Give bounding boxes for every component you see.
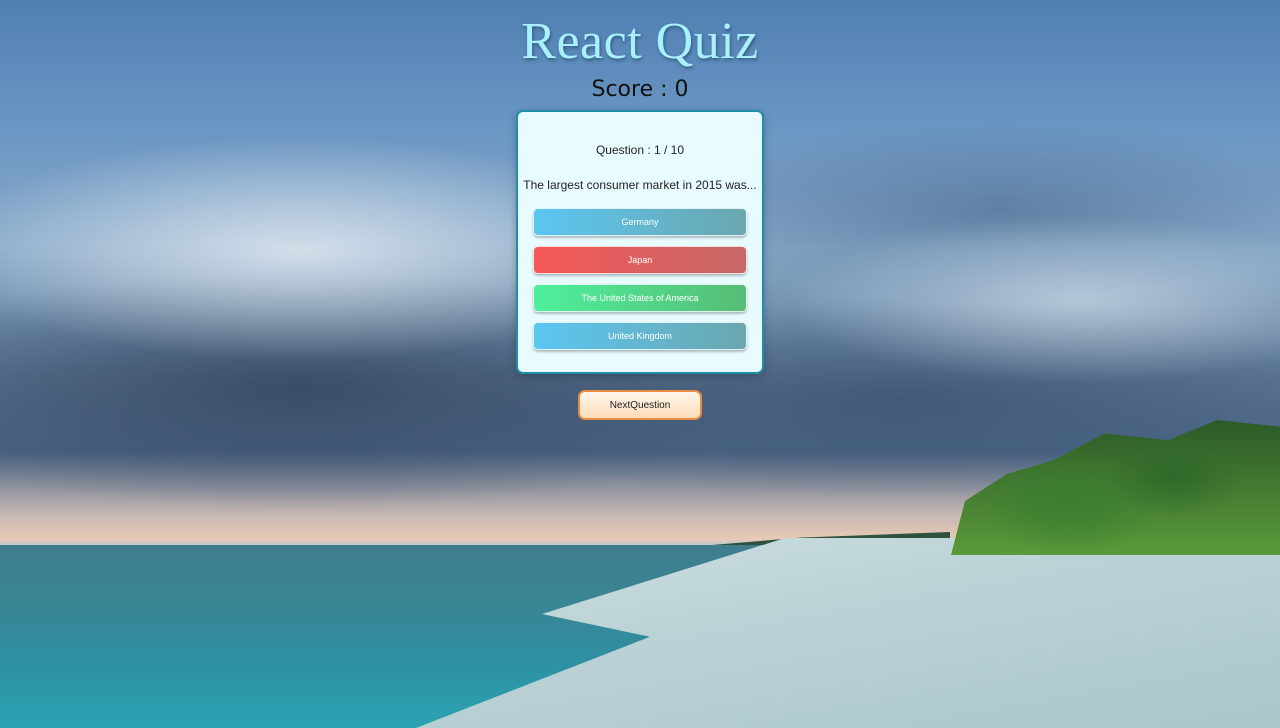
app-title: React Quiz bbox=[521, 13, 759, 70]
next-question-button[interactable]: NextQuestion bbox=[578, 390, 702, 420]
answer-button-usa[interactable]: The United States of America bbox=[533, 284, 747, 312]
question-text: The largest consumer market in 2015 was.… bbox=[523, 178, 757, 192]
quiz-app: React Quiz Score : 0 Question : 1 / 10 T… bbox=[0, 0, 1280, 420]
palm-trees bbox=[951, 420, 1280, 555]
answer-list: Germany Japan The United States of Ameri… bbox=[533, 208, 747, 350]
score-display: Score : 0 bbox=[591, 77, 689, 102]
answer-button-japan[interactable]: Japan bbox=[533, 246, 747, 274]
answer-button-uk[interactable]: United Kingdom bbox=[533, 322, 747, 350]
answer-button-germany[interactable]: Germany bbox=[533, 208, 747, 236]
question-counter: Question : 1 / 10 bbox=[595, 143, 685, 157]
question-card: Question : 1 / 10 The largest consumer m… bbox=[516, 110, 764, 374]
